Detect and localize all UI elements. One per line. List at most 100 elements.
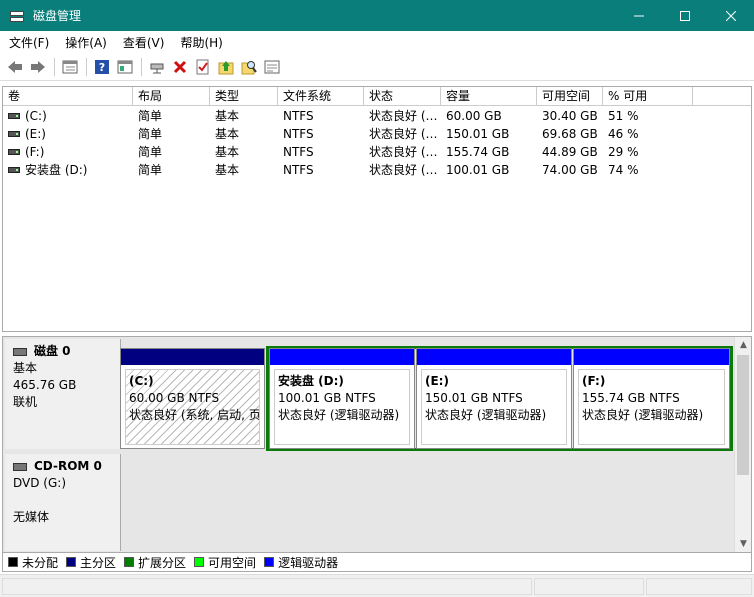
table-row[interactable]: (F:) 简单 基本 NTFS 状态良好 (… 155.74 GB 44.89 … xyxy=(3,143,751,161)
properties-icon xyxy=(117,60,133,73)
check-button[interactable] xyxy=(192,56,214,78)
column-volume[interactable]: 卷 xyxy=(3,87,133,106)
disk-management-icon xyxy=(9,9,25,23)
column-status[interactable]: 状态 xyxy=(364,87,441,106)
disk-state: 无媒体 xyxy=(13,510,50,524)
partition-status: 状态良好 (逻辑驱动器) xyxy=(582,408,704,422)
partition-status: 状态良好 (逻辑驱动器) xyxy=(278,408,400,422)
cdrom-0-label[interactable]: CD-ROM 0 DVD (G:) 无媒体 xyxy=(5,454,121,551)
disk-state: 联机 xyxy=(13,395,38,409)
forward-button[interactable] xyxy=(27,56,49,78)
disk-name: 磁盘 0 xyxy=(34,344,71,358)
menu-view[interactable]: 查看(V) xyxy=(114,34,172,51)
partition-status: 状态良好 (逻辑驱动器) xyxy=(425,408,547,422)
legend-primary: 主分区 xyxy=(66,554,116,571)
close-icon xyxy=(726,10,736,21)
connect-button[interactable] xyxy=(146,56,168,78)
help-button[interactable]: ? xyxy=(91,56,113,78)
menu-help[interactable]: 帮助(H) xyxy=(171,34,229,51)
layout-cell: 简单 xyxy=(138,163,163,177)
minimize-icon xyxy=(634,15,644,16)
settings-button[interactable] xyxy=(261,56,283,78)
toolbar-separator xyxy=(54,57,55,76)
maximize-icon xyxy=(680,10,690,21)
capacity-cell: 155.74 GB xyxy=(446,145,510,159)
partition-e[interactable]: (E:) 150.01 GB NTFS 状态良好 (逻辑驱动器) xyxy=(416,348,572,449)
logical-drive-bar xyxy=(417,349,571,365)
free-cell: 30.40 GB xyxy=(542,109,598,123)
status-pane xyxy=(534,578,644,595)
legend-unallocated: 未分配 xyxy=(8,554,58,571)
partition-f[interactable]: (F:) 155.74 GB NTFS 状态良好 (逻辑驱动器) xyxy=(573,348,730,449)
disk-type: DVD (G:) xyxy=(13,476,66,490)
list-header: 卷 布局 类型 文件系统 状态 容量 可用空间 % 可用 xyxy=(3,87,751,106)
partition-name: 安装盘 (D:) xyxy=(278,374,344,388)
column-free-space[interactable]: 可用空间 xyxy=(537,87,603,106)
column-layout[interactable]: 布局 xyxy=(133,87,210,106)
capacity-cell: 100.01 GB xyxy=(446,163,510,177)
partition-size: 60.00 GB NTFS xyxy=(129,391,220,405)
drive-icon xyxy=(8,148,20,155)
table-row[interactable]: 安装盘 (D:) 简单 基本 NTFS 状态良好 (… 100.01 GB 74… xyxy=(3,161,751,179)
percent-cell: 51 % xyxy=(608,109,639,123)
search-button[interactable] xyxy=(238,56,260,78)
logical-drive-bar xyxy=(270,349,414,365)
logical-drive-bar xyxy=(574,349,729,365)
scrollbar-thumb[interactable] xyxy=(737,355,749,475)
search-icon xyxy=(241,60,257,74)
disk-0-label[interactable]: 磁盘 0 基本 465.76 GB 联机 xyxy=(5,339,121,449)
volume-list: 卷 布局 类型 文件系统 状态 容量 可用空间 % 可用 (C:) 简单 基本 … xyxy=(2,86,752,332)
percent-cell: 74 % xyxy=(608,163,639,177)
partition-name: (C:) xyxy=(129,374,154,388)
up-button[interactable] xyxy=(215,56,237,78)
status-bar xyxy=(0,574,754,597)
view-button[interactable] xyxy=(59,56,81,78)
toolbar-separator xyxy=(141,57,142,76)
free-cell: 69.68 GB xyxy=(542,127,598,141)
layout-cell: 简单 xyxy=(138,109,163,123)
back-arrow-icon xyxy=(8,60,22,73)
vertical-scrollbar[interactable]: ▲ ▼ xyxy=(734,337,751,552)
menu-file[interactable]: 文件(F) xyxy=(0,34,56,51)
partition-c[interactable]: (C:) 60.00 GB NTFS 状态良好 (系统, 启动, 页 xyxy=(120,348,265,449)
table-row[interactable]: (E:) 简单 基本 NTFS 状态良好 (… 150.01 GB 69.68 … xyxy=(3,125,751,143)
column-filesystem[interactable]: 文件系统 xyxy=(278,87,364,106)
up-icon xyxy=(218,60,234,74)
disk-size: 465.76 GB xyxy=(13,378,77,392)
drive-icon xyxy=(8,166,20,173)
layout-cell: 简单 xyxy=(138,145,163,159)
percent-cell: 46 % xyxy=(608,127,639,141)
table-row[interactable]: (C:) 简单 基本 NTFS 状态良好 (… 60.00 GB 30.40 G… xyxy=(3,107,751,125)
column-capacity[interactable]: 容量 xyxy=(441,87,537,106)
layout-cell: 简单 xyxy=(138,127,163,141)
column-percent-free[interactable]: % 可用 xyxy=(603,87,693,106)
minimize-button[interactable] xyxy=(616,0,662,31)
maximize-button[interactable] xyxy=(662,0,708,31)
properties-button[interactable] xyxy=(114,56,136,78)
type-cell: 基本 xyxy=(215,127,240,141)
column-type[interactable]: 类型 xyxy=(210,87,278,106)
delete-button[interactable] xyxy=(169,56,191,78)
status-cell: 状态良好 (… xyxy=(369,163,438,177)
status-cell: 状态良好 (… xyxy=(369,127,438,141)
toolbar: ? xyxy=(0,53,754,81)
partition-name: (F:) xyxy=(582,374,606,388)
capacity-cell: 150.01 GB xyxy=(446,127,510,141)
disk-type: 基本 xyxy=(13,361,38,375)
status-pane xyxy=(646,578,752,595)
hard-disk-icon xyxy=(13,347,27,356)
menu-action[interactable]: 操作(A) xyxy=(56,34,114,51)
partition-size: 155.74 GB NTFS xyxy=(582,391,680,405)
back-button[interactable] xyxy=(4,56,26,78)
close-button[interactable] xyxy=(708,0,754,31)
menu-bar: 文件(F) 操作(A) 查看(V) 帮助(H) xyxy=(0,31,754,53)
disk-graphical-view: 磁盘 0 基本 465.76 GB 联机 (C:) 60.00 GB NTFS … xyxy=(2,336,752,553)
legend-logical: 逻辑驱动器 xyxy=(264,554,338,571)
scroll-up-icon[interactable]: ▲ xyxy=(735,337,752,353)
scroll-down-icon[interactable]: ▼ xyxy=(735,536,752,552)
drive-icon xyxy=(8,130,20,137)
fs-cell: NTFS xyxy=(283,127,314,141)
partition-d[interactable]: 安装盘 (D:) 100.01 GB NTFS 状态良好 (逻辑驱动器) xyxy=(269,348,415,449)
capacity-cell: 60.00 GB xyxy=(446,109,502,123)
type-cell: 基本 xyxy=(215,163,240,177)
